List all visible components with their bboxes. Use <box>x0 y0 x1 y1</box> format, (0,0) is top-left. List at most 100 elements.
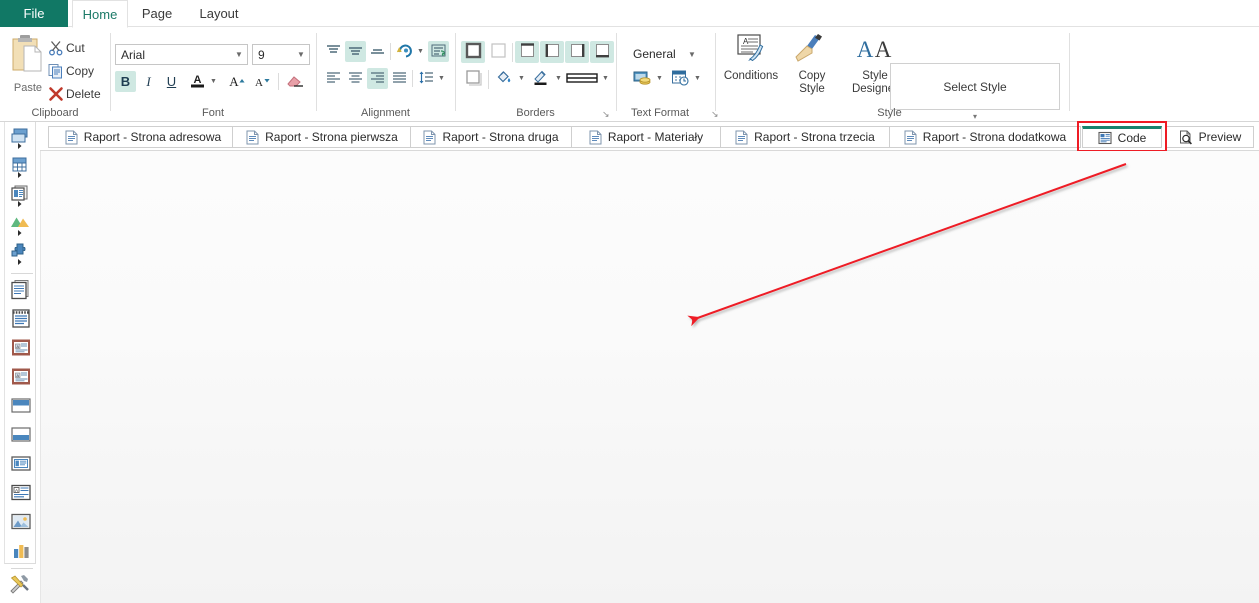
conditions-button[interactable]: A Conditions <box>720 33 782 105</box>
style-group-label: Style <box>877 107 902 119</box>
line-spacing-button[interactable] <box>416 68 437 89</box>
cross-data-icon <box>9 242 33 269</box>
chevron-down-icon[interactable]: ▼ <box>293 50 309 59</box>
tool-image[interactable] <box>8 510 34 536</box>
shrink-font-button[interactable]: A <box>250 71 273 92</box>
clear-formatting-button[interactable] <box>283 71 306 92</box>
tool-panel[interactable] <box>8 452 34 478</box>
tool-tools[interactable] <box>7 572 33 598</box>
font-color-dropdown[interactable]: ▼ <box>208 71 219 92</box>
copy-style-button[interactable]: Copy Style <box>787 33 837 105</box>
fill-color-dropdown[interactable]: ▼ <box>516 68 527 89</box>
tool-text-field-brown[interactable]: A <box>8 336 34 362</box>
eraser-icon <box>285 72 305 92</box>
line-spacing-icon <box>418 70 435 88</box>
text-rotation-button[interactable] <box>395 41 416 62</box>
align-justify-button[interactable] <box>389 68 410 89</box>
tool-cross-data[interactable] <box>8 242 34 268</box>
delete-button[interactable]: Delete <box>46 83 101 105</box>
doc-tab-strona-dodatkowa[interactable]: Raport - Strona dodatkowa <box>889 126 1081 148</box>
text-field-brown-icon: A <box>10 338 32 361</box>
doc-tab-preview[interactable]: Preview <box>1166 126 1254 148</box>
font-size-combo[interactable]: 9 ▼ <box>252 44 310 65</box>
border-color-dropdown[interactable]: ▼ <box>553 68 564 89</box>
italic-button[interactable]: I <box>138 71 159 92</box>
data-band-icon <box>9 184 33 211</box>
line-spacing-dropdown[interactable]: ▼ <box>436 68 447 89</box>
text-rotation-dropdown[interactable]: ▼ <box>415 41 426 62</box>
tool-chart-bars[interactable] <box>8 539 34 565</box>
tool-data-band[interactable] <box>8 184 34 210</box>
design-canvas[interactable] <box>40 151 1259 603</box>
underline-button[interactable]: U <box>161 71 182 92</box>
tool-header-shape[interactable] <box>8 394 34 420</box>
left-toolbar-panel: A A A <box>4 122 36 569</box>
grow-font-button[interactable]: A <box>225 71 248 92</box>
preview-magnifier-icon <box>1179 130 1193 145</box>
red-x-delete-icon <box>46 86 66 102</box>
border-none-button[interactable] <box>486 41 510 63</box>
tool-text-field-brown-alt[interactable]: A <box>8 365 34 391</box>
doc-tab-strona-druga[interactable]: Raport - Strona druga <box>410 126 572 148</box>
select-style-box[interactable]: Select Style <box>890 63 1060 110</box>
align-middle-button[interactable] <box>345 41 366 62</box>
doc-tab-strona-pierwsza[interactable]: Raport - Strona pierwsza <box>232 126 412 148</box>
svg-text:A: A <box>857 37 874 62</box>
border-right-button[interactable] <box>565 41 589 63</box>
align-center-button[interactable] <box>345 68 366 89</box>
doc-tab-materialy[interactable]: Raport - Materiały <box>571 126 721 148</box>
font-color-button[interactable]: A <box>187 71 208 92</box>
align-top-button[interactable] <box>323 41 344 62</box>
bold-button[interactable]: B <box>115 71 136 92</box>
tool-table-band[interactable] <box>8 155 34 181</box>
align-justify-icon <box>391 70 408 88</box>
copy-button[interactable]: Copy <box>46 60 94 82</box>
doc-tab-code[interactable]: Code <box>1082 126 1162 148</box>
ribbon-tab-layout[interactable]: Layout <box>188 0 250 27</box>
align-right-button[interactable] <box>367 68 388 89</box>
underline-glyph: U <box>166 74 177 89</box>
doc-tab-strona-trzecia[interactable]: Raport - Strona trzecia <box>720 126 890 148</box>
copy-style-label: Copy Style <box>798 70 826 95</box>
border-style-icon <box>566 70 598 89</box>
border-top-button[interactable] <box>515 41 539 63</box>
alignment-group-label: Alignment <box>361 107 410 119</box>
border-bottom-button[interactable] <box>590 41 614 63</box>
ribbon-tab-home[interactable]: Home <box>72 0 128 28</box>
border-outside-button[interactable] <box>461 68 485 90</box>
currency-format-button[interactable] <box>630 68 654 90</box>
ribbon-tab-page[interactable]: Page <box>130 0 184 27</box>
tool-chart-area[interactable] <box>8 213 34 239</box>
chevron-down-icon[interactable]: ▼ <box>231 50 247 59</box>
align-left-button[interactable] <box>323 68 344 89</box>
align-bottom-button[interactable] <box>367 41 388 62</box>
cut-button[interactable]: Cut <box>46 37 85 59</box>
scissors-icon <box>46 40 66 56</box>
doc-tab-label: Preview <box>1198 130 1242 144</box>
tool-footer-shape[interactable] <box>8 423 34 449</box>
font-name-combo[interactable]: Arial ▼ <box>115 44 248 65</box>
tool-text-block[interactable] <box>8 278 34 304</box>
wrap-text-button[interactable] <box>428 41 449 62</box>
border-left-button[interactable] <box>540 41 564 63</box>
rich-text-icon <box>10 308 32 333</box>
tool-checkbox-text[interactable]: A <box>8 481 34 507</box>
paste-button[interactable]: Paste <box>6 33 50 103</box>
number-format-combo[interactable]: General ▼ <box>628 44 700 64</box>
fill-color-button[interactable] <box>492 68 516 90</box>
chevron-down-icon[interactable]: ▼ <box>684 50 700 59</box>
datetime-format-dropdown[interactable]: ▼ <box>692 68 703 89</box>
ribbon-tab-file[interactable]: File <box>0 0 68 27</box>
cut-label: Cut <box>66 41 85 55</box>
tool-rich-text[interactable] <box>8 307 34 333</box>
band-icon <box>9 126 33 153</box>
font-color-icon: A <box>189 72 206 92</box>
datetime-format-button[interactable] <box>668 68 692 90</box>
border-all-button[interactable] <box>461 41 485 63</box>
border-color-button[interactable] <box>529 68 553 90</box>
border-style-button[interactable] <box>565 68 599 90</box>
currency-format-dropdown[interactable]: ▼ <box>654 68 665 89</box>
border-style-dropdown[interactable]: ▼ <box>600 68 611 89</box>
tool-band[interactable] <box>8 126 34 152</box>
doc-tab-strona-adresowa[interactable]: Raport - Strona adresowa <box>48 126 238 148</box>
